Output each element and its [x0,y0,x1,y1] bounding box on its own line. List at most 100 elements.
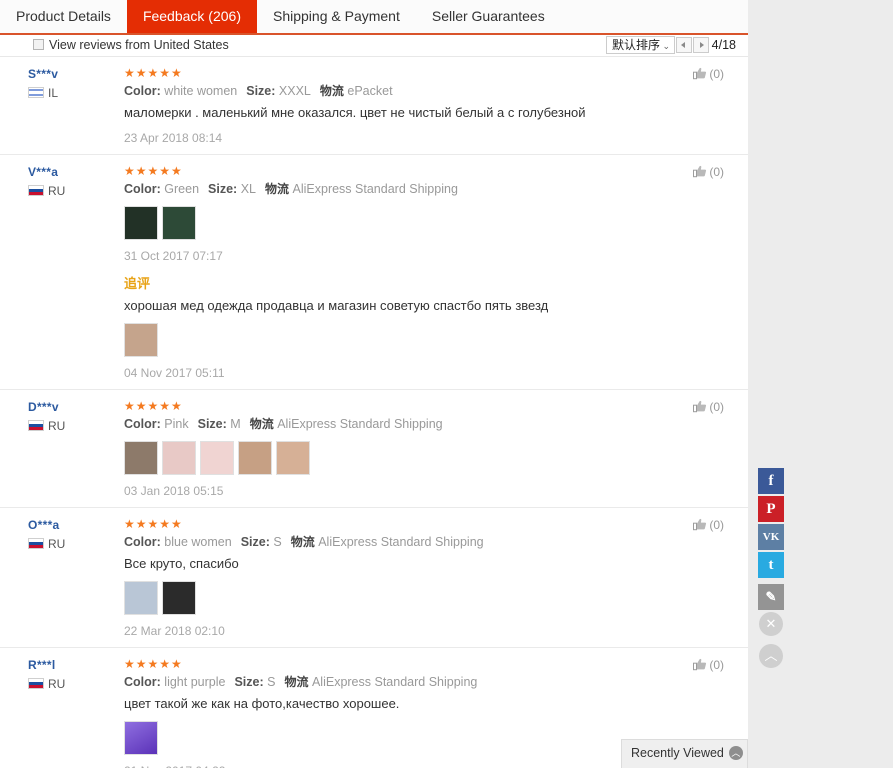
scroll-to-top-button[interactable]: ︿ [759,644,783,668]
reviewer-name[interactable]: O***a [28,518,124,532]
review-attributes: Color: Green Size: XL 物流 AliExpress Standa… [124,181,724,198]
review-item: V***a RU ★★★★★ Color: Green Size: XL 物流 Al… [0,155,748,390]
review-photo[interactable] [200,441,234,475]
helpful-vote-button[interactable]: (0) [693,658,724,674]
review-photo[interactable] [162,206,196,240]
helpful-vote-button[interactable]: (0) [693,400,724,416]
size-label: Size: [208,182,238,196]
chevron-up-icon: ︿ [764,648,778,663]
reviewer-name[interactable]: S***v [28,67,124,81]
review-photo[interactable] [276,441,310,475]
flag-il-icon [28,87,44,98]
reviewer-name[interactable]: V***a [28,165,124,179]
helpful-vote-button[interactable]: (0) [693,67,724,83]
helpful-count: (0) [709,67,724,81]
twitter-icon: t [768,557,774,573]
review-photo[interactable] [162,581,196,615]
review-photo[interactable] [124,206,158,240]
review-photo-list [124,441,724,475]
helpful-count: (0) [709,518,724,532]
thumbs-up-icon [693,658,707,674]
color-label: Color: [124,675,161,689]
reviewer-block: D***v RU [28,400,124,433]
size-value: XXXL [278,84,311,98]
color-label: Color: [124,84,161,98]
review-photo-list [124,581,724,615]
thumbs-up-icon [693,165,707,181]
pagination-prev-button[interactable] [675,36,692,53]
helpful-count: (0) [709,658,724,672]
review-photo[interactable] [124,721,158,755]
helpful-count: (0) [709,165,724,179]
flag-ru-icon [28,538,44,549]
review-attributes: Color: Pink Size: M 物流 AliExpress Standard… [124,416,724,433]
color-label: Color: [124,535,161,549]
logistics-label: 物流 [284,675,309,689]
sort-order-select[interactable]: 默认排序 ⌄ [605,36,675,54]
review-photo[interactable] [124,581,158,615]
color-value: blue women [164,535,232,549]
reviewer-block: V***a RU [28,165,124,198]
chevron-up-icon: ︿ [728,746,743,760]
flag-ru-icon [28,185,44,196]
tab-seller-guarantees[interactable]: Seller Guarantees [416,0,561,33]
helpful-vote-button[interactable]: (0) [693,518,724,534]
review-item: D***v RU ★★★★★ Color: Pink Size: M 物流 AliE… [0,390,748,508]
country-code: RU [48,184,66,198]
close-rail-button[interactable]: ✕ [759,612,783,636]
pinterest-icon: P [766,501,776,517]
reviewer-block: S***v IL [28,67,124,100]
close-icon: ✕ [765,616,777,631]
review-item: O***a RU ★★★★★ Color: blue women Size: S物… [0,508,748,648]
facebook-icon: f [768,473,774,489]
tab-feedback[interactable]: Feedback (206) [126,0,257,33]
review-photo[interactable] [162,441,196,475]
reviewer-name[interactable]: D***v [28,400,124,414]
reviewer-country: RU [28,184,124,198]
social-share-rail: f P VK t ✎ ✕ ︿ [758,468,784,676]
reviewer-block: R***l RU [28,658,124,691]
share-facebook-button[interactable]: f [758,468,784,494]
recently-viewed-bar[interactable]: Recently Viewed ︿ [621,739,748,768]
recently-viewed-label: Recently Viewed [631,746,724,760]
review-photo[interactable] [124,323,158,357]
country-code: RU [48,419,66,433]
view-reviews-country-label[interactable]: View reviews from United States [49,35,229,55]
product-tabbar: Product Details Feedback (206) Shipping … [0,0,748,35]
tab-product-details[interactable]: Product Details [0,0,127,33]
feedback-edit-button[interactable]: ✎ [758,584,784,610]
review-photo[interactable] [238,441,272,475]
review-attributes: Color: blue women Size: S 物流 AliExpress St… [124,534,724,551]
review-photo[interactable] [124,441,158,475]
reviewer-name[interactable]: R***l [28,658,124,672]
size-label: Size: [197,417,227,431]
feedback-filter-row: View reviews from United States 默认排序 ⌄ 4… [0,35,748,57]
country-code: RU [48,677,66,691]
share-pinterest-button[interactable]: P [758,496,784,522]
shipping-method: AliExpress Standard Shipping [318,535,484,549]
review-body: ★★★★★ Color: white women Size: XXXL 物流 ePa… [124,66,724,145]
color-value: white women [164,84,238,98]
pagination-next-button[interactable] [692,36,709,53]
additional-photo-list [124,323,724,357]
share-twitter-button[interactable]: t [758,552,784,578]
size-value: M [230,417,241,431]
reviewer-block: O***a RU [28,518,124,551]
helpful-count: (0) [709,400,724,414]
sort-order-value: 默认排序 [611,38,660,52]
tab-shipping-payment[interactable]: Shipping & Payment [257,0,416,33]
content-column: Product Details Feedback (206) Shipping … [0,0,748,768]
rating-stars: ★★★★★ [124,657,183,671]
helpful-vote-button[interactable]: (0) [693,165,724,181]
logistics-label: 物流 [249,417,274,431]
view-reviews-country-checkbox[interactable] [33,39,44,50]
share-vk-button[interactable]: VK [758,524,784,550]
color-value: Pink [164,417,189,431]
review-body: ★★★★★ Color: Pink Size: M 物流 AliExpress St… [124,399,724,498]
logistics-label: 物流 [319,84,344,98]
review-text: Все круто, спасибо [124,556,239,571]
thumbs-up-icon [693,518,707,534]
feedback-list: S***v IL ★★★★★ Color: white women Size: X… [0,57,748,768]
review-photo-list [124,206,724,240]
review-date: 03 Jan 2018 05:15 [124,484,224,498]
